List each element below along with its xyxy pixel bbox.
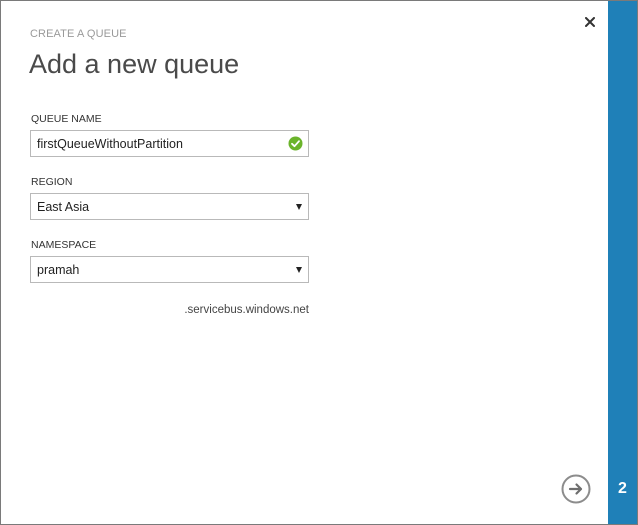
queue-name-label: QUEUE NAME bbox=[31, 113, 102, 125]
queue-name-input[interactable]: firstQueueWithoutPartition bbox=[30, 130, 309, 157]
close-button[interactable] bbox=[581, 13, 599, 31]
region-selected-value: East Asia bbox=[37, 200, 90, 214]
namespace-selected-value: pramah bbox=[37, 263, 80, 277]
chevron-down-icon bbox=[296, 267, 302, 273]
queue-name-value: firstQueueWithoutPartition bbox=[37, 137, 183, 151]
step-number: 2 bbox=[618, 480, 627, 497]
dialog-eyebrow: CREATE A QUEUE bbox=[30, 28, 127, 40]
check-circle-icon bbox=[288, 136, 303, 151]
namespace-label: NAMESPACE bbox=[31, 239, 97, 251]
namespace-suffix: .servicebus.windows.net bbox=[184, 304, 309, 316]
create-queue-dialog: CREATE A QUEUE Add a new queue QUEUE NAM… bbox=[0, 0, 638, 525]
dialog-title: Add a new queue bbox=[29, 49, 240, 79]
region-label: REGION bbox=[31, 176, 73, 188]
close-icon bbox=[585, 17, 595, 27]
wizard-step-strip: 2 bbox=[608, 1, 637, 524]
next-button[interactable] bbox=[561, 474, 591, 504]
arrow-right-circle-icon bbox=[561, 474, 591, 504]
namespace-select[interactable]: pramah bbox=[30, 256, 309, 283]
chevron-down-icon bbox=[296, 204, 302, 210]
region-select[interactable]: East Asia bbox=[30, 193, 309, 220]
